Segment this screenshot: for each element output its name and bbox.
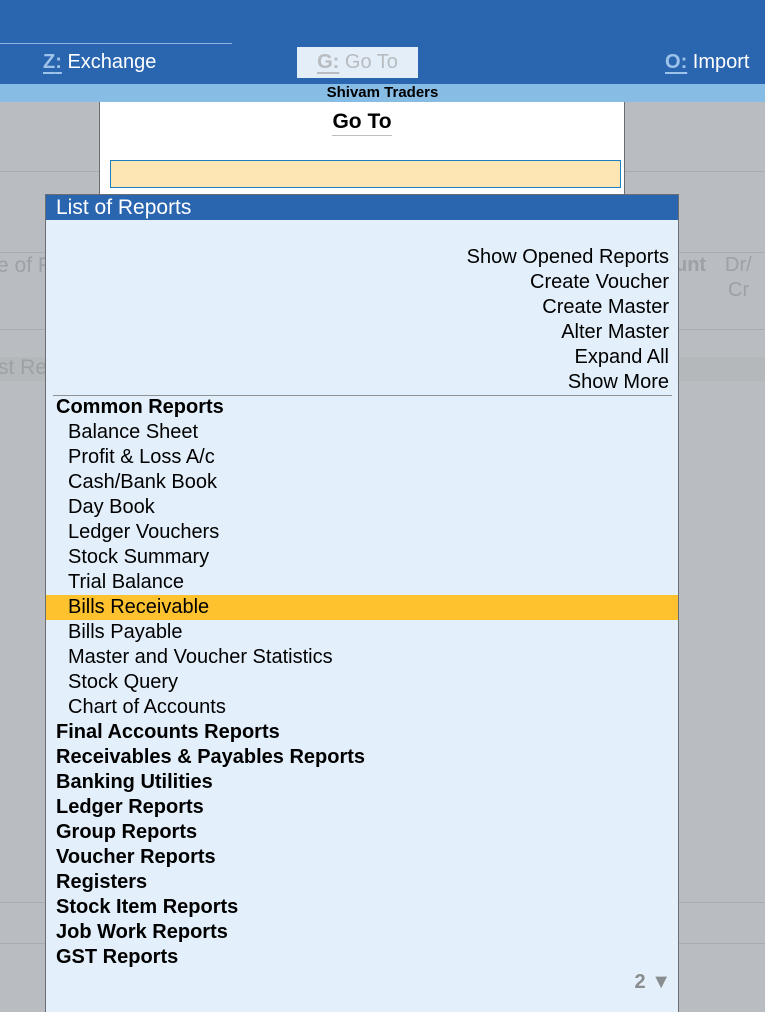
report-group-item[interactable]: Banking Utilities (46, 770, 678, 795)
report-item[interactable]: Profit & Loss A/c (46, 445, 678, 470)
report-group-item[interactable]: Receivables & Payables Reports (46, 745, 678, 770)
background-row-text: st Re (0, 356, 48, 379)
background-column-header: unt (675, 254, 707, 276)
report-group-item[interactable]: GST Reports (46, 945, 678, 970)
import-button[interactable]: O: Import (665, 47, 749, 78)
report-group-item[interactable]: Job Work Reports (46, 920, 678, 945)
report-group-item[interactable]: Final Accounts Reports (46, 720, 678, 745)
scroll-down-icon: ▼ (651, 971, 671, 993)
report-group-item[interactable]: Common Reports (46, 395, 678, 420)
report-group-item[interactable]: Group Reports (46, 820, 678, 845)
report-item[interactable]: Ledger Vouchers (46, 520, 678, 545)
goto-search-input[interactable] (110, 160, 621, 188)
goto-label: Go To (344, 51, 398, 73)
show-more-button[interactable]: Show More (467, 370, 669, 395)
report-group-item[interactable]: Registers (46, 870, 678, 895)
create-voucher-button[interactable]: Create Voucher (467, 270, 669, 295)
report-item[interactable]: Balance Sheet (46, 420, 678, 445)
exchange-button[interactable]: Z: Exchange (43, 47, 156, 78)
background-column-header: Dr/ (725, 254, 752, 276)
create-master-button[interactable]: Create Master (467, 295, 669, 320)
report-item[interactable]: Bills Payable (46, 620, 678, 645)
company-name-bar: Shivam Traders (0, 84, 765, 102)
report-item[interactable]: Cash/Bank Book (46, 470, 678, 495)
page-indicator[interactable]: 2 ▼ (635, 971, 671, 994)
report-item[interactable]: Bills Receivable (46, 595, 678, 620)
import-shortcut-key: O (665, 51, 681, 73)
expand-all-button[interactable]: Expand All (467, 345, 669, 370)
background-column-header: Cr (728, 279, 750, 301)
show-opened-reports-button[interactable]: Show Opened Reports (467, 245, 669, 270)
report-item[interactable]: Trial Balance (46, 570, 678, 595)
goto-title: Go To (332, 110, 392, 136)
report-item[interactable]: Master and Voucher Statistics (46, 645, 678, 670)
list-title: List of Reports (46, 195, 678, 220)
report-list: Common Reports Balance Sheet Profit & Loss… (46, 395, 678, 970)
alter-master-button[interactable]: Alter Master (467, 320, 669, 345)
list-of-reports-panel: List of Reports Show Opened Reports Crea… (45, 194, 679, 1012)
exchange-label: Exchange (67, 51, 157, 73)
toolbar-divider (0, 43, 232, 44)
import-label: Import (692, 51, 750, 73)
report-item[interactable]: Stock Summary (46, 545, 678, 570)
goto-button[interactable]: G: Go To (297, 47, 418, 78)
report-item[interactable]: Chart of Accounts (46, 695, 678, 720)
goto-shortcut-key: G (317, 51, 333, 73)
report-item[interactable]: Stock Query (46, 670, 678, 695)
report-group-item[interactable]: Ledger Reports (46, 795, 678, 820)
exchange-shortcut-key: Z (43, 51, 56, 73)
report-group-item[interactable]: Voucher Reports (46, 845, 678, 870)
top-toolbar: Z: Exchange G: Go To O: Import (0, 0, 765, 84)
report-item[interactable]: Day Book (46, 495, 678, 520)
report-group-item[interactable]: Stock Item Reports (46, 895, 678, 920)
goto-panel: Go To (99, 102, 625, 202)
page-number: 2 (634, 971, 646, 993)
list-actions: Show Opened Reports Create Voucher Creat… (467, 245, 669, 395)
